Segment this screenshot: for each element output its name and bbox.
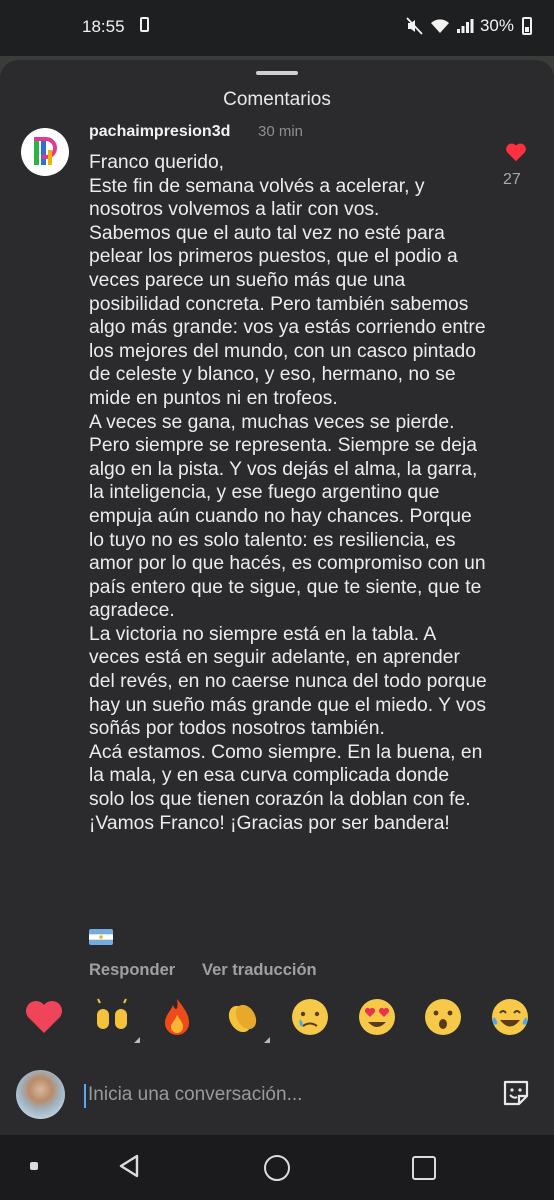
current-user-avatar (16, 1070, 65, 1119)
drag-handle[interactable] (256, 71, 298, 75)
pachaimpresion-logo-icon (34, 137, 57, 165)
sheet-title: Comentarios (223, 89, 331, 110)
comment-text: Franco querido, Este fin de semana volvé… (89, 152, 487, 834)
see-translation-button[interactable]: Ver traducción (202, 961, 317, 980)
comments-sheet: Comentarios pachaimpresion3d 30 min Fran… (0, 60, 554, 1135)
raising-hands-emoji[interactable] (90, 995, 140, 1043)
wifi-icon (430, 19, 449, 33)
reply-button[interactable]: Responder (89, 961, 175, 980)
comment-input[interactable]: Inicia una conversación... (84, 1084, 478, 1108)
heart-eyes-emoji[interactable] (355, 995, 399, 1039)
status-time: 18:55 (82, 17, 125, 36)
recent-apps-icon[interactable] (412, 1156, 436, 1180)
heart-like-icon[interactable] (505, 142, 527, 162)
status-icons: 30% (406, 16, 514, 36)
back-icon[interactable] (118, 1154, 140, 1178)
sim-card-icon (140, 17, 149, 32)
emoji-reaction-bar (0, 995, 554, 1047)
battery-icon (522, 17, 532, 35)
tears-of-joy-emoji[interactable] (488, 995, 532, 1039)
fire-emoji[interactable] (155, 995, 199, 1039)
clapping-hands-emoji[interactable] (220, 995, 270, 1043)
comment-timestamp: 30 min (258, 123, 304, 140)
mute-icon (406, 17, 423, 35)
crying-face-emoji[interactable] (288, 995, 332, 1039)
comment-username[interactable]: pachaimpresion3d (89, 123, 230, 141)
sticker-icon[interactable] (501, 1078, 531, 1108)
status-bar: 18:55 30% (0, 0, 554, 56)
argentina-flag-icon (89, 929, 113, 945)
like-count: 27 (503, 171, 521, 188)
home-icon[interactable] (264, 1155, 290, 1181)
system-navigation-bar (0, 1135, 554, 1200)
commenter-avatar[interactable] (21, 128, 69, 176)
battery-percentage: 30% (479, 16, 514, 35)
surprised-face-emoji[interactable] (421, 995, 465, 1039)
nav-keyboard-dot-icon[interactable] (30, 1162, 38, 1170)
red-heart-emoji[interactable] (22, 995, 66, 1039)
signal-icon (456, 19, 474, 33)
